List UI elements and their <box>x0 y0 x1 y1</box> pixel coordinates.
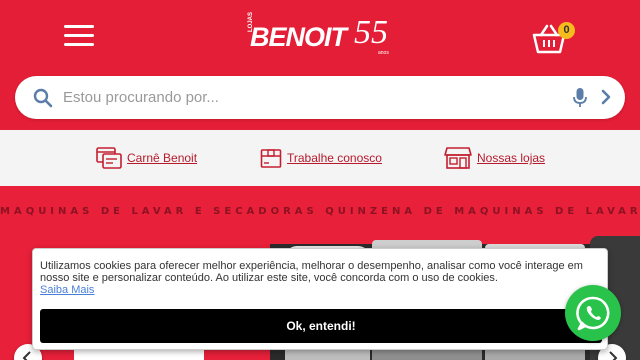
cookie-message-block: Utilizamos cookies para oferecer melhor … <box>40 260 606 296</box>
search-icon[interactable] <box>33 88 53 108</box>
box-icon <box>260 149 282 168</box>
whatsapp-button[interactable] <box>565 285 621 341</box>
menu-button[interactable] <box>64 25 94 47</box>
cart-button[interactable]: 0 <box>532 22 576 56</box>
banner-marquee: MÁQUINAS DE LAVAR E SECADORAS QUINZENA D… <box>0 206 640 217</box>
quick-link-label: Nossas lojas <box>477 151 546 165</box>
quick-link-trabalhe[interactable]: Trabalhe conosco <box>260 146 382 170</box>
credit-card-icon <box>96 147 122 169</box>
hamburger-line <box>64 43 94 46</box>
quick-link-label: Trabalhe conosco <box>287 151 382 165</box>
quick-link-carne[interactable]: Carnê Benoit <box>96 146 197 170</box>
microphone-icon[interactable] <box>573 87 587 109</box>
logo-years-suffix: anos <box>378 50 389 56</box>
logo-years: 55 <box>354 14 388 51</box>
logo-brand: BENOIT <box>250 22 347 52</box>
quick-links-bar: Carnê Benoit Trabalhe conosco Nossas loj… <box>0 130 640 186</box>
cookie-learn-more-link[interactable]: Saiba Mais <box>40 284 94 296</box>
cookie-message: Utilizamos cookies para oferecer melhor … <box>40 260 583 284</box>
quick-link-lojas[interactable]: Nossas lojas <box>444 146 545 170</box>
cookie-consent-banner: Utilizamos cookies para oferecer melhor … <box>32 248 608 350</box>
cookie-accept-button[interactable]: Ok, entendi! <box>40 309 602 343</box>
whatsapp-icon <box>576 296 610 331</box>
search-input[interactable] <box>63 84 543 111</box>
cart-count-badge: 0 <box>558 22 575 39</box>
chevron-right-icon[interactable] <box>600 89 612 105</box>
store-icon <box>444 147 472 169</box>
quick-link-label: Carnê Benoit <box>127 151 198 165</box>
hamburger-line <box>64 25 94 28</box>
site-header: LOJAS BENOIT 55 anos 0 <box>0 0 640 130</box>
search-bar <box>15 76 625 119</box>
hamburger-line <box>64 34 94 37</box>
logo[interactable]: LOJAS BENOIT 55 anos <box>248 12 398 56</box>
